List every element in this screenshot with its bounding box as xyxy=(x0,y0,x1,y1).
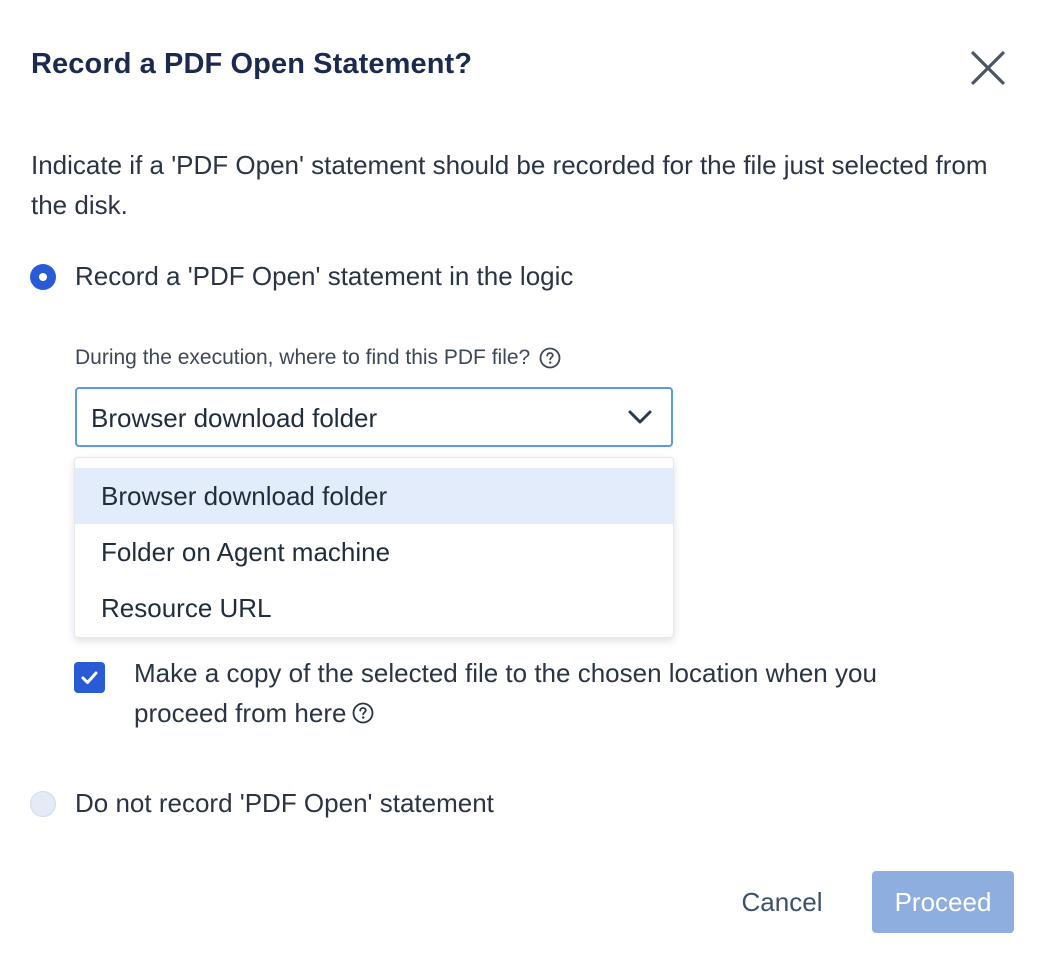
location-dropdown-menu: Browser download folder Folder on Agent … xyxy=(74,457,674,638)
proceed-button[interactable]: Proceed xyxy=(872,871,1014,933)
copy-file-label: Make a copy of the selected file to the … xyxy=(134,653,974,733)
question-circle-icon xyxy=(539,347,561,369)
copy-file-label-text: Make a copy of the selected file to the … xyxy=(134,658,877,728)
location-select-value: Browser download folder xyxy=(91,403,378,433)
radio-do-not-record[interactable]: Do not record 'PDF Open' statement xyxy=(30,788,494,819)
record-pdf-open-dialog: Record a PDF Open Statement? Indicate if… xyxy=(0,0,1042,962)
dropdown-option-folder-on-agent-machine[interactable]: Folder on Agent machine xyxy=(75,524,673,580)
radio-do-not-record-label: Do not record 'PDF Open' statement xyxy=(75,788,494,818)
dropdown-option-resource-url[interactable]: Resource URL xyxy=(75,580,673,636)
checkmark-icon xyxy=(81,671,98,684)
radio-record-statement[interactable]: Record a 'PDF Open' statement in the log… xyxy=(30,261,573,292)
dialog-description: Indicate if a 'PDF Open' statement shoul… xyxy=(31,150,988,220)
help-icon[interactable] xyxy=(539,347,561,369)
location-field-label-text: During the execution, where to find this… xyxy=(75,346,531,369)
chevron-down-icon xyxy=(627,408,653,431)
dropdown-option-browser-download-folder[interactable]: Browser download folder xyxy=(75,468,673,524)
radio-record-label: Record a 'PDF Open' statement in the log… xyxy=(75,261,574,291)
question-circle-icon xyxy=(353,702,374,724)
copy-file-checkbox[interactable] xyxy=(74,662,105,693)
radio-button-unselected[interactable] xyxy=(30,790,56,817)
location-select[interactable]: Browser download folder xyxy=(75,387,673,447)
close-icon xyxy=(971,51,1005,85)
radio-button-selected[interactable] xyxy=(30,263,56,290)
location-field-label: During the execution, where to find this… xyxy=(75,346,561,370)
dialog-title: Record a PDF Open Statement? xyxy=(31,48,473,80)
close-button[interactable] xyxy=(966,46,1010,90)
cancel-button[interactable]: Cancel xyxy=(720,871,844,933)
help-icon[interactable] xyxy=(352,702,374,724)
